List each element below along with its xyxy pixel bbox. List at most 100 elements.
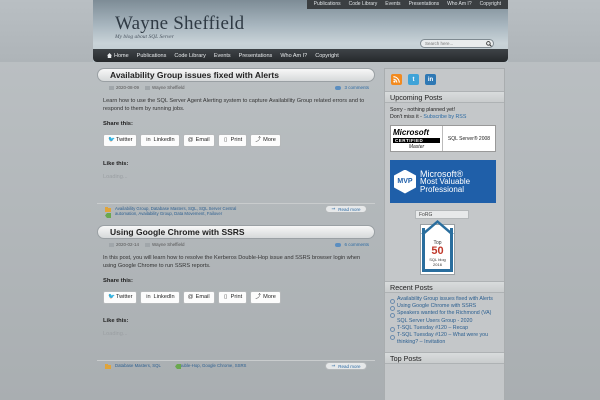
post-tags[interactable]: automation, Availability Group, Data Mov… — [97, 211, 277, 216]
share-label: Share this: — [103, 278, 133, 285]
read-more-label: Read more — [338, 363, 361, 369]
post-title-bar: Using Google Chrome with SSRS — [97, 225, 375, 240]
top-50-number: 50 — [431, 245, 444, 257]
top-link-presentations[interactable]: Presentations — [405, 0, 444, 9]
post-comments-text: 3 comments — [344, 85, 369, 90]
top-posts-heading: Top Posts — [385, 352, 504, 365]
mvp-logo-icon: MVP — [394, 169, 416, 194]
nav-item-who-am-i[interactable]: Who Am I? — [276, 53, 311, 59]
share-linkedin-button[interactable]: in LinkedIn — [140, 290, 180, 304]
certified-master-logo: Microsoft CERTIFIED Master — [391, 126, 443, 151]
mvp-badge[interactable]: MVP Microsoft® Most Valuable Professiona… — [390, 160, 496, 203]
mvp-text: Microsoft® Most Valuable Professional — [420, 169, 470, 194]
post-title-bar: Availability Group issues fixed with Ale… — [97, 68, 375, 82]
nav-item-publications[interactable]: Publications — [133, 53, 171, 59]
share-twitter-button[interactable]: 🐦 Twitter — [103, 133, 138, 147]
read-more-button[interactable]: ⇒ Read more — [325, 362, 367, 371]
post-comments-link[interactable]: 6 comments — [335, 242, 369, 247]
post-date-text: 2020-02-14 — [116, 242, 140, 248]
post-comments-link[interactable]: 3 comments — [335, 85, 369, 90]
top-link-events[interactable]: Events — [381, 0, 404, 9]
post-title[interactable]: Using Google Chrome with SSRS — [110, 227, 245, 237]
share-print-button[interactable]: ▯ Print — [217, 133, 248, 147]
certified-product-text: SQL Server® 2008 — [447, 135, 491, 142]
recent-post-link[interactable]: Speakers wanted for the Richmond (VA) SQ… — [390, 310, 499, 324]
search-icon[interactable] — [484, 40, 493, 47]
post: Using Google Chrome with SSRS 2020-02-14… — [97, 225, 375, 374]
author-icon — [145, 85, 151, 90]
twitter-icon[interactable]: t — [408, 74, 419, 85]
subscribe-rss-link[interactable]: Subscribe by RSS — [423, 114, 466, 120]
certified-level-text: Master — [408, 144, 425, 150]
post-author: Wayne Sheffield — [145, 85, 185, 90]
share-print-label: Print — [230, 294, 243, 301]
share-more-button[interactable]: ⤴ More — [250, 133, 281, 147]
top-link-who-am-i[interactable]: Who Am I? — [443, 0, 475, 9]
post-taxonomy: Availability Group, Database Masters, SQ… — [97, 203, 375, 219]
read-more-label: Read more — [338, 206, 361, 212]
like-label: Like this: — [103, 317, 129, 324]
share-email-label: Email — [195, 137, 210, 143]
top-50-sql-blog-badge[interactable]: Top 50 SQL blog 2016 — [420, 220, 455, 275]
post-title[interactable]: Availability Group issues fixed with Ale… — [110, 70, 279, 80]
post: Availability Group issues fixed with Ale… — [97, 68, 375, 219]
post-excerpt: Learn how to use the SQL Server Agent Al… — [103, 98, 365, 113]
email-icon: @ — [187, 294, 194, 301]
post-excerpt: In this post, you will learn how to reso… — [103, 255, 361, 270]
share-email-button[interactable]: @ Email — [182, 133, 215, 147]
share-more-icon: ⤴ — [255, 294, 261, 301]
nav-item-events[interactable]: Events — [210, 53, 235, 59]
post-tags[interactable]: Double-Hop, Google Chrome, SSRS — [169, 363, 279, 368]
share-print-button[interactable]: ▯ Print — [217, 290, 248, 304]
nav-item-home[interactable]: Home — [103, 53, 133, 59]
twitter-bird-icon: 🐦 — [108, 137, 115, 143]
upcoming-posts-line2: Don't miss it - Subscribe by RSS — [390, 114, 499, 121]
nav-item-home-label: Home — [114, 52, 129, 59]
like-label: Like this: — [103, 160, 129, 167]
recent-post-link[interactable]: Using Google Chrome with SSRS — [390, 303, 499, 311]
recent-post-link[interactable]: Availability Group issues fixed with Ale… — [390, 296, 499, 304]
top-50-year: 2016 — [433, 262, 442, 267]
recent-post-link[interactable]: T-SQL Tuesday #120 – What were you think… — [390, 332, 499, 346]
share-twitter-label: Twitter — [116, 137, 133, 143]
upcoming-posts-line1: Sorry - nothing planned yet! — [390, 107, 456, 113]
search-input[interactable]: Search here... — [420, 39, 494, 48]
upcoming-posts-heading: Upcoming Posts — [385, 91, 504, 103]
share-more-label: More — [263, 294, 276, 301]
microsoft-certified-master-badge[interactable]: Microsoft CERTIFIED Master SQL Server® 2… — [390, 125, 496, 152]
certified-microsoft-text: Microsoft — [393, 128, 429, 137]
rss-icon[interactable] — [391, 74, 402, 85]
nav-item-code-library[interactable]: Code Library — [170, 53, 210, 59]
post-list: Availability Group issues fixed with Ale… — [97, 68, 375, 382]
recent-posts-heading: Recent Posts — [385, 281, 504, 293]
share-buttons: 🐦 Twitter in LinkedIn @ Email ▯ Print ⤴ More — [103, 290, 369, 304]
nav-item-copyright[interactable]: Copyright — [311, 53, 343, 59]
post-date-text: 2020-08-09 — [116, 85, 140, 90]
share-twitter-button[interactable]: 🐦 Twitter — [103, 290, 138, 304]
share-linkedin-button[interactable]: in LinkedIn — [140, 133, 180, 147]
post-date: 2020-02-14 — [109, 242, 139, 247]
read-more-button[interactable]: ⇒ Read more — [325, 205, 367, 214]
top-link-code-library[interactable]: Code Library — [345, 0, 382, 9]
email-icon: @ — [187, 137, 194, 143]
post-author-name: Wayne Sheffield — [152, 85, 185, 90]
like-loading: Loading... — [103, 173, 128, 180]
certified-band-text: CERTIFIED — [393, 138, 440, 143]
share-email-button[interactable]: @ Email — [182, 290, 215, 304]
recent-post-link[interactable]: T-SQL Tuesday #120 – Recap — [390, 325, 499, 333]
share-more-icon: ⤴ — [255, 137, 261, 143]
top-link-copyright[interactable]: Copyright — [476, 0, 505, 9]
share-label: Share this: — [103, 121, 133, 128]
linkedin-icon: in — [146, 137, 151, 143]
post-meta: 2020-02-14 Wayne Sheffield 6 comments — [97, 240, 375, 249]
forg-badge[interactable]: FoRG — [415, 210, 469, 219]
author-icon — [145, 242, 151, 247]
site-title[interactable]: Wayne Sheffield — [115, 13, 244, 35]
linkedin-icon[interactable]: in — [425, 74, 436, 85]
nav-item-presentations[interactable]: Presentations — [235, 53, 277, 59]
read-more-icon: ⇒ — [331, 363, 336, 369]
share-more-button[interactable]: ⤴ More — [250, 290, 281, 304]
top-link-publications[interactable]: Publications — [310, 0, 345, 9]
print-icon: ▯ — [224, 294, 228, 301]
print-icon: ▯ — [224, 137, 228, 143]
